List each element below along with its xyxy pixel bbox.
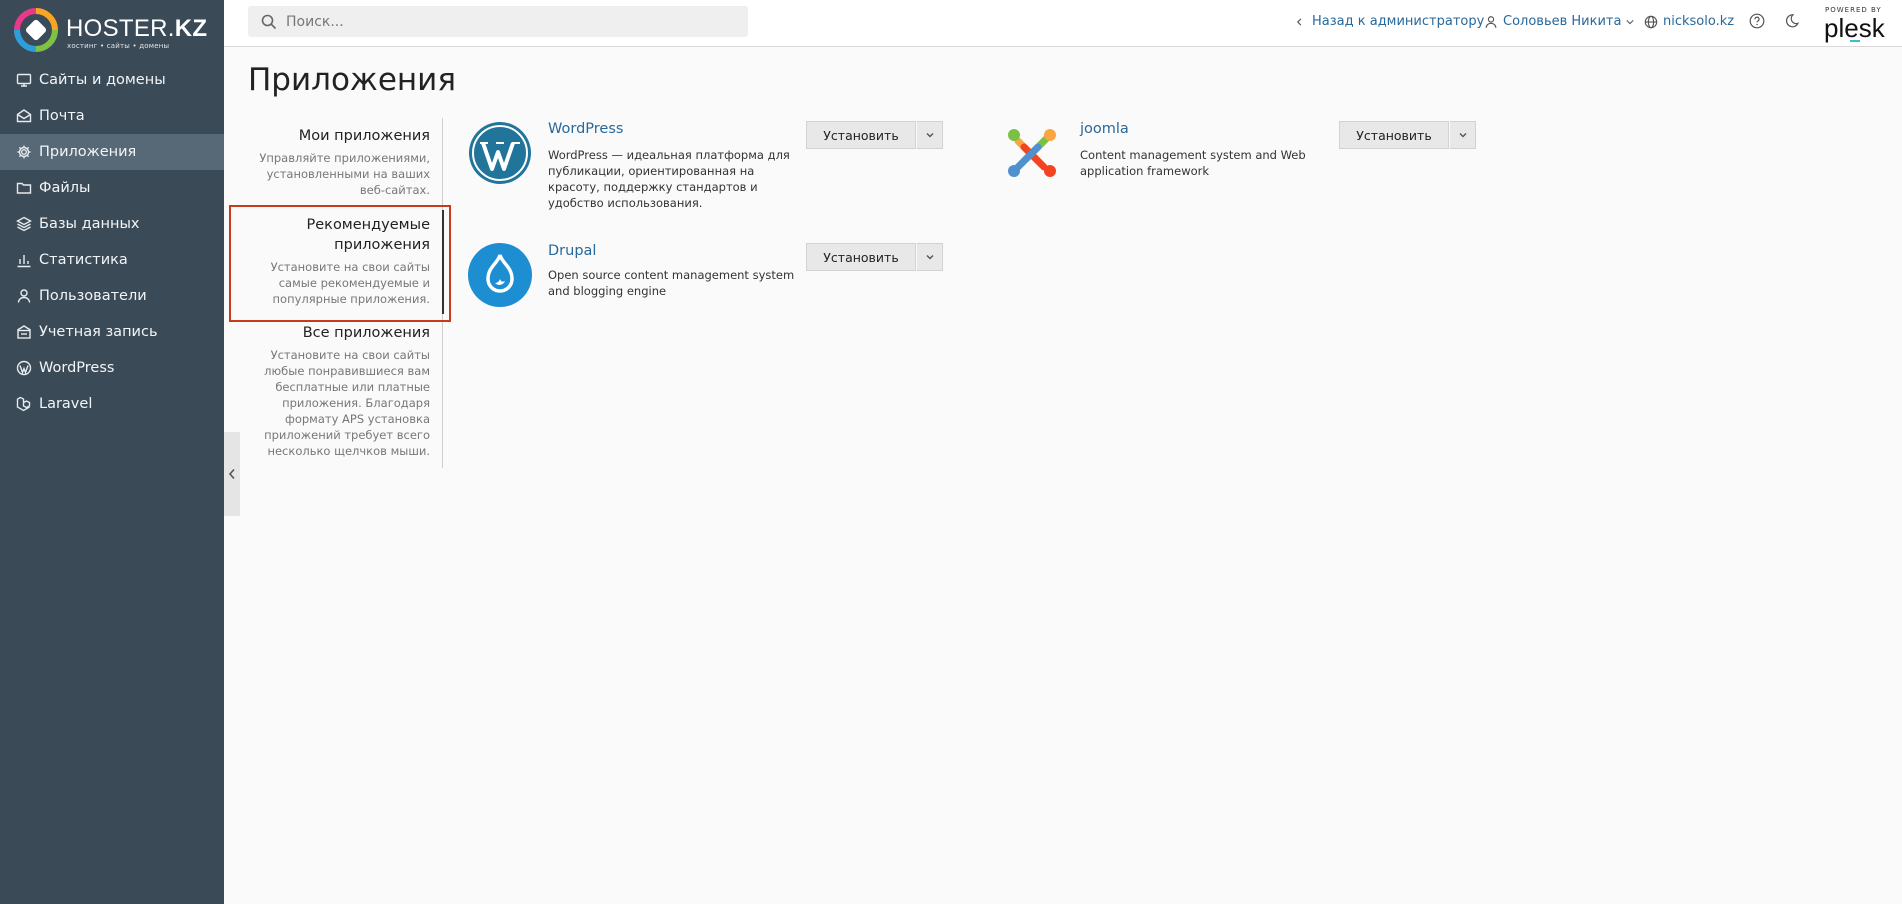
install-control: Установить [806,243,943,271]
sidebar-item-label: Сайты и домены [39,72,166,88]
sidebar-item-wordpress[interactable]: WordPress [0,350,224,386]
app-description: WordPress — идеальная платформа для публ… [548,148,790,210]
user-icon [14,287,34,305]
brand-tagline: хостинг • сайты • домены [67,42,170,50]
tab-title: Все приложения [302,325,430,341]
account-icon [14,323,34,341]
hoster-logo-icon [14,8,58,52]
moon-icon[interactable] [1784,13,1800,29]
mail-icon [14,107,34,125]
install-button[interactable]: Установить [806,121,916,149]
user-menu[interactable]: Соловьев Никита [1484,14,1635,29]
domain-link[interactable]: nicksolo.kz [1644,14,1734,29]
install-control: Установить [1339,121,1476,149]
chevron-down-icon [1459,133,1466,138]
install-options-dropdown[interactable] [1450,121,1476,149]
tab-description: Установите на свои сайты любые понравивш… [264,348,430,458]
sidebar-item-label: Базы данных [39,216,140,232]
search-icon [261,14,277,29]
tab-all-apps[interactable]: Все приложения Установите на свои сайты … [240,323,430,459]
tab-title: Рекомендуемые приложения [306,217,430,253]
install-control: Установить [806,121,943,149]
sidebar-item-label: Статистика [39,252,128,268]
chevron-left-icon [1296,18,1302,25]
sidebar-item-label: Учетная запись [39,324,158,340]
install-button[interactable]: Установить [806,243,916,271]
active-tab-indicator [442,210,444,314]
sidebar-item-laravel[interactable]: Laravel [0,386,224,422]
search-input[interactable] [286,13,726,30]
user-name: Соловьев Никита [1503,14,1622,29]
back-to-admin-link[interactable]: Назад к администратору [1296,14,1484,29]
app-name[interactable]: WordPress [548,121,623,137]
install-button[interactable]: Установить [1339,121,1449,149]
app-description: Open source content management system an… [548,268,795,298]
tab-description: Управляйте приложениями, установленными … [259,151,430,197]
tab-title: Мои приложения [298,128,430,144]
sidebar-item-apps[interactable]: Приложения [0,134,224,170]
chevron-down-icon [1626,19,1635,24]
hoster-logo[interactable]: HOSTER.KZ хостинг • сайты • домены [14,8,214,54]
database-icon [14,215,34,233]
wordpress-icon [14,359,34,377]
bar-chart-icon [14,251,34,269]
install-options-dropdown[interactable] [917,121,943,149]
page-title: Приложения [248,62,456,98]
gear-icon [14,143,34,161]
install-options-dropdown[interactable] [917,243,943,271]
back-to-admin-label: Назад к администратору [1312,14,1485,29]
chevron-down-icon [926,255,933,260]
wordpress-logo-icon [469,122,531,184]
sidebar: HOSTER.KZ хостинг • сайты • домены Сайты… [0,0,224,904]
sidebar-item-label: WordPress [39,360,115,376]
sidebar-item-account[interactable]: Учетная запись [0,314,224,350]
drupal-logo-icon [468,243,532,307]
user-icon [1485,15,1497,28]
globe-icon [1644,15,1658,28]
plesk-accent [1850,40,1860,42]
sidebar-item-databases[interactable]: Базы данных [0,206,224,242]
search-box[interactable] [248,6,748,37]
chevron-down-icon [926,133,933,138]
brand-name: HOSTER.KZ [66,15,208,42]
tab-description: Установите на свои сайты самые рекоменду… [270,260,430,306]
sidebar-collapse-handle[interactable] [224,432,240,516]
monitor-icon [14,71,34,89]
top-header: Назад к администратору Соловьев Никита n… [224,0,1902,47]
domain-name: nicksolo.kz [1663,14,1735,29]
sidebar-item-mail[interactable]: Почта [0,98,224,134]
sidebar-item-label: Файлы [39,180,91,196]
app-description: Content management system and Web applic… [1080,148,1306,178]
sidebar-item-statistics[interactable]: Статистика [0,242,224,278]
app-name[interactable]: Drupal [548,243,596,259]
app-name[interactable]: joomla [1080,121,1129,137]
plesk-logo: POWERED BY plesk [1820,4,1890,43]
sidebar-item-label: Приложения [39,144,137,160]
tab-my-apps[interactable]: Мои приложения Управляйте приложениями, … [255,126,430,198]
sidebar-item-label: Пользователи [39,288,147,304]
tab-featured-apps[interactable]: Рекомендуемые приложения Установите на с… [260,215,430,307]
sidebar-item-label: Laravel [39,396,93,412]
joomla-logo-icon [1008,129,1056,177]
sidebar-item-users[interactable]: Пользователи [0,278,224,314]
chevron-left-icon [228,468,235,480]
sidebar-item-files[interactable]: Файлы [0,170,224,206]
sidebar-item-sites[interactable]: Сайты и домены [0,62,224,98]
laravel-icon [14,395,34,413]
sidebar-item-label: Почта [39,108,85,124]
folder-icon [14,179,34,197]
help-icon[interactable] [1749,13,1765,29]
sidebar-nav: Сайты и домены Почта Приложения Файлы Ба… [0,62,224,422]
